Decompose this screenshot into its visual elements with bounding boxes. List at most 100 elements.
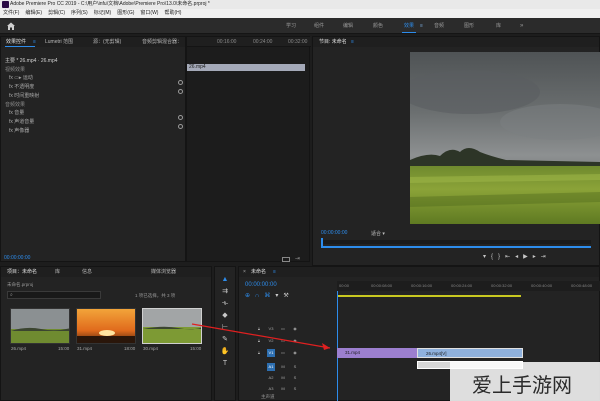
timeline-tabs: × 未命名 ≡	[239, 267, 599, 277]
type-tool-icon[interactable]: T	[220, 359, 230, 369]
video-effects-header: 视频效果	[5, 67, 26, 73]
menu-edit[interactable]: 编辑(E)	[22, 9, 45, 18]
tab-info[interactable]: 信息	[82, 267, 92, 277]
timeline-menu-icon[interactable]: ≡	[273, 267, 276, 277]
in-point-icon[interactable]: {	[491, 254, 498, 260]
ec-clip-chip[interactable]: 26.mp4	[187, 64, 305, 71]
ripple-edit-tool-icon[interactable]: ⟛	[220, 299, 230, 309]
reset-channel-volume-icon[interactable]	[178, 124, 183, 129]
program-timecode[interactable]: 00:00:00:00	[321, 230, 347, 236]
annotation-arrow-icon	[191, 323, 331, 350]
timeline-ruler[interactable]: 00:00 00:00:08:00 00:00:16:00 00:00:24:0…	[337, 281, 600, 291]
reset-opacity-icon[interactable]	[178, 89, 183, 94]
program-scrubber[interactable]	[321, 240, 591, 244]
timeline-toolbar: ⊕∩⌘▾⚒	[245, 292, 294, 299]
effect-row-channel-volume[interactable]: fx 声道音量	[9, 118, 34, 125]
fit-dropdown[interactable]: 适合 ▾	[371, 230, 385, 237]
track-select-tool-icon[interactable]: ⇉	[220, 287, 230, 297]
workspace-tab-libraries[interactable]: 库	[496, 18, 501, 34]
program-menu-icon[interactable]: ≡	[351, 37, 354, 47]
effect-row-time-remap[interactable]: fx 时间重映射	[9, 92, 39, 99]
clip-path: 主要 * 26.mp4 · 26.mp4	[5, 58, 58, 64]
menu-window[interactable]: 窗口(W)	[137, 9, 161, 18]
filter-icon[interactable]	[282, 257, 290, 262]
project-item-thumbnail[interactable]	[76, 308, 136, 344]
snap-icon[interactable]: ∩	[255, 293, 264, 299]
step-back-icon[interactable]: ◂	[515, 254, 523, 260]
play-icon[interactable]: ▶	[523, 254, 533, 260]
effect-controls-timeline: 00:16:00 00:24:00 00:32:00 26.mp4 ⇥	[178, 36, 311, 263]
project-file-name: 未命名.prproj	[7, 282, 34, 287]
marker-icon[interactable]: ▾	[483, 254, 491, 260]
tab-source[interactable]: 源：(无剪辑)	[93, 37, 121, 47]
workspace-menu-icon[interactable]: ≡	[420, 18, 423, 34]
program-playhead[interactable]	[321, 238, 323, 246]
workspace-tab-editing[interactable]: 编辑	[343, 18, 353, 34]
workspace-overflow-icon[interactable]: »	[520, 18, 523, 34]
track-label[interactable]: A1	[267, 363, 275, 371]
menu-markers[interactable]: 标记(M)	[91, 9, 115, 18]
timeline-clip[interactable]: 31.mp4	[337, 348, 417, 358]
solo-button[interactable]: S	[291, 385, 299, 393]
premiere-app-icon	[2, 1, 9, 8]
mute-button[interactable]: M	[279, 374, 287, 382]
effect-row-volume[interactable]: fx 音量	[9, 109, 24, 116]
tab-lumetri-scopes[interactable]: Lumetri 范围	[45, 37, 73, 47]
selection-tool-icon[interactable]: ▲	[220, 275, 230, 285]
window-title: Adobe Premiere Pro CC 2019 - C:\用户\infu\…	[10, 1, 210, 7]
workspace-tab-learn[interactable]: 学习	[286, 18, 296, 34]
home-icon[interactable]	[6, 21, 16, 31]
menu-sequence[interactable]: 序列(S)	[68, 9, 91, 18]
window-title-bar: Adobe Premiere Pro CC 2019 - C:\用户\infu\…	[0, 0, 600, 9]
workspace-tab-audio[interactable]: 音频	[434, 18, 444, 34]
out-point-icon[interactable]: }	[498, 254, 505, 260]
work-area-bar[interactable]	[337, 295, 521, 297]
close-tab-icon[interactable]: ×	[243, 267, 246, 277]
effect-row-panner[interactable]: fx 声像器	[9, 127, 29, 134]
effect-row-motion[interactable]: fx ▭▸ 运动	[9, 74, 33, 81]
effect-row-opacity[interactable]: fx 不透明度	[9, 83, 34, 90]
workspace-tab-graphics[interactable]: 图形	[464, 18, 474, 34]
tab-media-browser[interactable]: 媒体浏览器	[151, 267, 176, 277]
effect-controls-timecode[interactable]: 00:00:00:00	[4, 255, 30, 261]
timeline-timecode[interactable]: 00:00:00:00	[245, 282, 277, 288]
reset-motion-icon[interactable]	[178, 80, 183, 85]
export-icon[interactable]: ⇥	[295, 255, 303, 263]
workspace-bar: 学习 组件 编辑 颜色 效果 ≡ 音频 图形 库 »	[0, 18, 600, 34]
linked-selection-icon[interactable]: ⌘	[264, 293, 275, 299]
mute-button[interactable]: M	[279, 363, 287, 371]
search-icon: ⌕	[10, 292, 13, 298]
tab-sequence[interactable]: 未命名	[251, 267, 266, 277]
step-forward-icon[interactable]: ▸	[533, 254, 541, 260]
solo-button[interactable]: S	[291, 374, 299, 382]
timeline-clip-selected[interactable]: 26.mp4[V]	[417, 348, 523, 358]
menu-file[interactable]: 文件(F)	[0, 9, 22, 18]
workspace-tab-assembly[interactable]: 组件	[314, 18, 324, 34]
clip-name: 26.mp4[V]	[426, 351, 447, 356]
reset-volume-icon[interactable]	[178, 115, 183, 120]
workspace-tab-effects[interactable]: 效果	[402, 18, 417, 34]
menu-help[interactable]: 帮助(H)	[161, 9, 184, 18]
track-label[interactable]: A2	[267, 374, 275, 382]
ec-ruler-label-2: 00:24:00	[253, 39, 273, 45]
settings-wrench-icon[interactable]: ⚒	[283, 293, 293, 299]
active-tab-indicator	[5, 46, 35, 47]
go-to-in-icon[interactable]: ⇤	[505, 254, 515, 260]
effect-controls-panel: 效果控件 ≡ Lumetri 范围 源：(无剪辑) 音频剪辑混合器： 主要 * …	[0, 36, 186, 262]
tab-audio-clip-mixer[interactable]: 音频剪辑混合器：	[142, 37, 182, 47]
workspace-tab-color[interactable]: 颜色	[373, 18, 383, 34]
tab-libraries[interactable]: 库	[55, 267, 60, 277]
track-label[interactable]: A3	[267, 385, 275, 393]
project-item-thumbnail[interactable]	[10, 308, 70, 344]
menu-clip[interactable]: 剪辑(C)	[45, 9, 68, 18]
tab-program[interactable]: 节目: 未命名	[319, 37, 347, 47]
audio-effects-header: 音频效果	[5, 102, 26, 108]
mute-button[interactable]: M	[279, 385, 287, 393]
solo-button[interactable]: S	[291, 363, 299, 371]
program-zoom-bar[interactable]	[321, 246, 591, 248]
go-to-out-icon[interactable]: ⇥	[541, 254, 551, 260]
menu-graphics[interactable]: 图形(G)	[114, 9, 137, 18]
tab-project[interactable]: 项目：未命名	[7, 267, 37, 277]
project-search-input[interactable]: ⌕	[7, 291, 101, 299]
nest-icon[interactable]: ⊕	[245, 293, 255, 299]
